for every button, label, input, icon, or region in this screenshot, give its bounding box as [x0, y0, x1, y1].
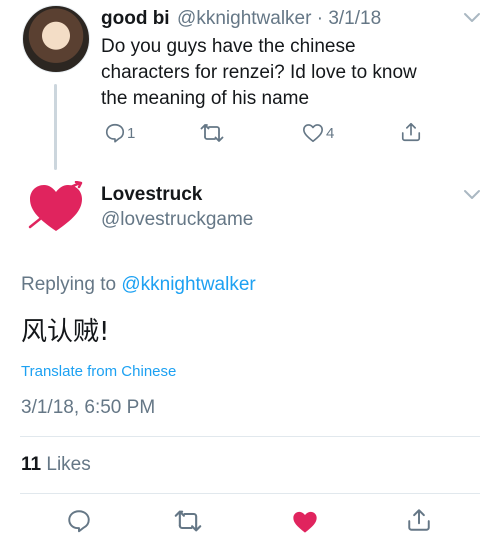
share-icon[interactable] — [400, 121, 422, 143]
tweet-text-line: Do you guys have the chinese — [101, 36, 356, 57]
reply-icon[interactable] — [66, 508, 92, 534]
likes-count: 11 — [21, 454, 42, 475]
handle-date[interactable]: @kknightwalker · 3/1/18 — [177, 8, 381, 29]
tweet-text: Do you guys have the chinese characters … — [101, 34, 417, 112]
likes-stat[interactable]: 11 Likes — [21, 454, 91, 476]
avatar[interactable] — [22, 5, 90, 73]
heart-outline-icon[interactable] — [302, 122, 324, 144]
tweet-header: good bi @kknightwalker · 3/1/18 — [101, 8, 381, 30]
reply-icon[interactable] — [104, 122, 126, 144]
divider — [20, 493, 480, 494]
lovestruck-logo-avatar[interactable] — [26, 181, 86, 233]
translate-link[interactable]: Translate from Chinese — [21, 363, 176, 380]
thread-line — [54, 84, 57, 170]
timestamp[interactable]: 3/1/18, 6:50 PM — [21, 397, 155, 419]
chevron-down-icon[interactable] — [463, 189, 481, 201]
display-name[interactable]: good bi — [101, 8, 170, 29]
tweet-text: 风认贼! — [21, 317, 110, 347]
tweet-text-line: characters for renzei? Id love to know — [101, 62, 417, 83]
replying-label: Replying to — [21, 274, 117, 295]
display-name[interactable]: Lovestruck — [101, 184, 202, 206]
replying-to: Replying to @kknightwalker — [21, 274, 256, 296]
retweet-icon[interactable] — [200, 122, 224, 144]
reply-count: 1 — [127, 125, 136, 142]
heart-filled-icon[interactable] — [291, 508, 319, 534]
retweet-icon[interactable] — [174, 508, 202, 534]
like-count: 4 — [326, 125, 335, 142]
chevron-down-icon[interactable] — [463, 12, 481, 24]
tweet-text-line: the meaning of his name — [101, 88, 310, 109]
divider — [20, 436, 480, 437]
replying-handle-link[interactable]: @kknightwalker — [121, 274, 255, 295]
share-icon[interactable] — [406, 507, 432, 533]
handle[interactable]: @lovestruckgame — [101, 209, 253, 231]
likes-label: Likes — [46, 454, 91, 475]
